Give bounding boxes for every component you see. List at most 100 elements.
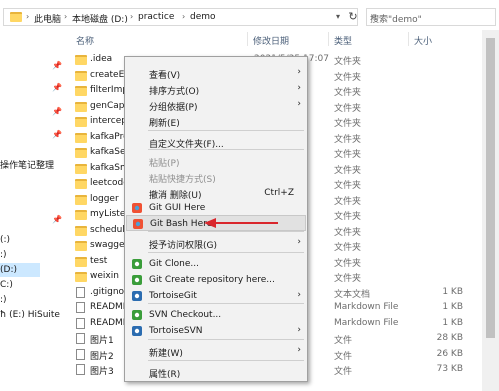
file-name[interactable]: swagger: [90, 240, 128, 250]
folder-icon: [10, 12, 22, 22]
nav-item-drive[interactable]: (:): [0, 235, 10, 245]
file-type: 文件夹: [334, 227, 362, 238]
file-type: 文件夹: [334, 119, 362, 129]
file-size: 1 KB: [442, 286, 463, 297]
menu-item[interactable]: 查看(V) ›: [126, 65, 306, 81]
menu-item-label: 新建(W): [149, 349, 183, 359]
file-type: 文件夹: [334, 88, 362, 98]
nav-item-drive[interactable]: :): [0, 250, 7, 260]
folder-icon: [75, 70, 87, 81]
column-header-date[interactable]: 修改日期: [253, 34, 289, 47]
file-name[interactable]: 图片3: [90, 364, 114, 377]
vertical-scrollbar[interactable]: [482, 30, 499, 391]
file-size: 73 KB: [436, 364, 463, 374]
file-type: 文件: [334, 367, 353, 377]
menu-item[interactable]: TortoiseGit ›: [126, 288, 306, 304]
menu-item[interactable]: 粘贴快捷方式(S): [126, 169, 306, 185]
image-icon: [76, 348, 85, 360]
navigation-pane: 📌 📌 📌 📌 📌 操作笔记整理 (:) :) (D:) C:) :) ħ (E…: [0, 30, 68, 391]
nav-item-hisuite[interactable]: ħ (E:) HiSuite: [0, 310, 60, 320]
file-type: 文件夹: [334, 165, 362, 176]
menu-item-label: 自定义文件夹(F)...: [149, 140, 224, 150]
nav-item-notes[interactable]: 操作笔记整理: [0, 158, 54, 171]
search-input[interactable]: 搜索"demo": [370, 12, 422, 25]
breadcrumb-demo[interactable]: demo: [190, 12, 216, 22]
menu-separator: [148, 339, 304, 340]
menu-item-label: 授予访问权限(G): [149, 241, 217, 251]
menu-item-label: 粘贴(P): [149, 159, 180, 169]
refresh-icon[interactable]: ↻: [345, 8, 361, 26]
folder-icon: [75, 148, 87, 158]
folder-icon: [75, 272, 87, 282]
menu-item-label: 分组依据(P): [149, 103, 198, 113]
menu-item-shortcut: Ctrl+Z: [264, 188, 294, 198]
menu-item[interactable]: 授予访问权限(G) ›: [126, 235, 306, 251]
file-name[interactable]: test: [90, 256, 107, 266]
menu-item[interactable]: 排序方式(O) ›: [126, 81, 306, 97]
folder-icon: [75, 241, 87, 251]
file-name[interactable]: 图片2: [90, 349, 114, 362]
document-icon: [76, 286, 85, 298]
menu-item[interactable]: 属性(R): [126, 364, 306, 380]
pin-icon[interactable]: 📌: [52, 83, 62, 92]
menu-item[interactable]: 刷新(E): [126, 113, 306, 129]
column-header-size[interactable]: 大小: [414, 34, 432, 47]
file-name[interactable]: .idea: [90, 54, 112, 64]
file-name[interactable]: 图片1: [90, 333, 114, 346]
menu-item-label: 粘贴快捷方式(S): [149, 175, 216, 185]
file-name[interactable]: kafkaSm: [90, 163, 129, 173]
menu-item-label: 查看(V): [149, 71, 181, 81]
menu-item-label: TortoiseSVN: [149, 326, 203, 336]
image-icon: [76, 364, 85, 375]
menu-item[interactable]: TortoiseSVN ›: [126, 323, 306, 339]
breadcrumb-practice[interactable]: practice: [138, 12, 174, 22]
submenu-arrow-icon: ›: [297, 237, 301, 247]
file-name[interactable]: kafkaPro: [90, 132, 129, 142]
file-type: 文件夹: [334, 103, 362, 114]
git-bash-icon: [132, 218, 144, 230]
column-divider[interactable]: [328, 32, 329, 46]
pin-icon[interactable]: 📌: [52, 107, 62, 116]
scrollbar-thumb[interactable]: [486, 38, 495, 338]
menu-item[interactable]: 分组依据(P) ›: [126, 97, 306, 113]
column-header-type[interactable]: 类型: [334, 34, 352, 47]
tortoisegit-clone-icon: [131, 258, 143, 270]
file-name[interactable]: logger: [90, 194, 119, 204]
file-type: 文件: [334, 351, 353, 362]
column-divider[interactable]: [408, 32, 409, 46]
menu-item[interactable]: 新建(W) ›: [126, 343, 306, 359]
file-name[interactable]: weixin: [90, 271, 119, 281]
tortoisegit-icon: [131, 290, 143, 302]
menu-item[interactable]: Git GUI Here: [126, 200, 306, 216]
menu-item[interactable]: Git Create repository here...: [126, 272, 306, 288]
nav-item-drive[interactable]: :): [0, 295, 7, 305]
file-size: 1 KB: [442, 317, 463, 328]
pin-icon[interactable]: 📌: [52, 130, 62, 139]
menu-item[interactable]: 粘贴(P): [126, 153, 306, 169]
file-type: Markdown File: [334, 302, 399, 312]
file-size: 1 KB: [442, 302, 463, 312]
search-box[interactable]: ⌕ 搜索"demo": [366, 8, 496, 26]
breadcrumb-drive-d[interactable]: 本地磁盘 (D:): [72, 12, 128, 25]
document-icon: [76, 302, 85, 313]
pin-icon[interactable]: 📌: [52, 61, 62, 70]
file-type: 文件: [334, 336, 353, 346]
breadcrumb-this-pc[interactable]: 此电脑: [34, 12, 61, 25]
nav-item-drive-d[interactable]: (D:): [0, 265, 17, 275]
menu-separator: [148, 252, 304, 253]
menu-item[interactable]: 撤消 删除(U) Ctrl+Z: [126, 185, 306, 201]
pin-icon[interactable]: 📌: [52, 215, 62, 224]
column-divider[interactable]: [247, 32, 248, 46]
file-name[interactable]: leetcode: [90, 178, 129, 188]
file-name[interactable]: README: [90, 302, 128, 312]
annotation-arrow: [204, 218, 278, 228]
menu-item[interactable]: Git Clone...: [126, 256, 306, 272]
file-name[interactable]: .gitignor: [90, 287, 128, 297]
menu-item[interactable]: SVN Checkout...: [126, 307, 306, 323]
column-header-name[interactable]: 名称: [76, 34, 94, 47]
nav-item-drive[interactable]: C:): [0, 280, 13, 290]
address-history-dropdown[interactable]: ▾: [332, 8, 344, 26]
address-bar[interactable]: › 此电脑 › 本地磁盘 (D:) › practice › demo: [3, 8, 358, 26]
file-name[interactable]: README: [90, 318, 128, 328]
menu-item[interactable]: 自定义文件夹(F)...: [126, 134, 306, 150]
